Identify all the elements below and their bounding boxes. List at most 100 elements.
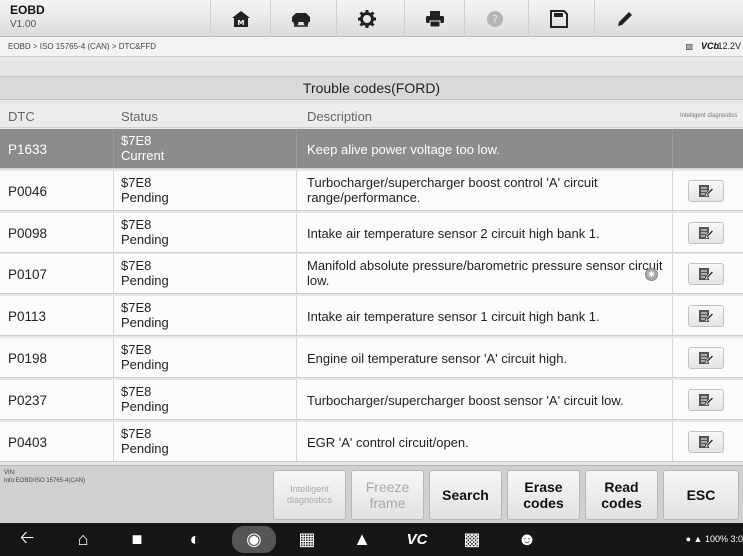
header-status: Status (121, 109, 158, 124)
save-icon[interactable] (528, 0, 588, 37)
table-row[interactable]: P0198 $7E8 Pending Engine oil temperature s… (0, 338, 743, 378)
settings-icon[interactable] (336, 0, 396, 37)
table-row[interactable]: P0107 $7E8 Pending Manifold absolute pressu… (0, 254, 743, 295)
intelligent-diagnostics-row-button[interactable] (688, 221, 724, 244)
dtc-status: $7E8 Pending (121, 384, 169, 414)
column-divider (113, 170, 114, 210)
car-icon[interactable]: ▩ (455, 526, 489, 553)
vehicle-info: VIN: Info:EOBD/ISO 15765-4(CAN) (4, 469, 85, 485)
vci-status: VCb (701, 41, 719, 51)
column-divider (672, 296, 673, 336)
dtc-status: $7E8 Pending (121, 175, 169, 205)
dtc-description: Turbocharger/supercharger boost control … (307, 174, 598, 205)
system-status: ● ▲ 100% 3:0 (686, 534, 743, 544)
column-divider (113, 421, 114, 461)
back-icon[interactable]: 🡠 (10, 526, 44, 553)
column-divider (672, 421, 673, 461)
table-row[interactable]: P1633 $7E8 Current Keep alive power voltage… (0, 129, 743, 169)
dtc-status: $7E8 Pending (121, 426, 169, 456)
status-module: $7E8 (121, 216, 152, 232)
erase-codes-button[interactable]: Erase codes (507, 470, 580, 520)
home-icon[interactable]: M (210, 0, 270, 37)
column-divider (113, 129, 114, 168)
status-module: $7E8 (121, 258, 152, 274)
report-edit-icon (699, 352, 714, 364)
column-divider (672, 379, 673, 419)
intelligent-diagnostics-row-button[interactable] (688, 179, 724, 202)
dtc-code: P0107 (8, 267, 48, 283)
dtc-description: Engine oil temperature sensor 'A' circui… (307, 351, 568, 366)
report-edit-icon (699, 393, 714, 406)
breadcrumb-bar: EOBD > ISO 15765-4 (CAN) > DTC&FFD VCb ▧… (0, 37, 743, 57)
intelligent-diagnostics-row-button[interactable] (688, 430, 724, 453)
column-divider (113, 379, 114, 419)
display-icon[interactable]: ▦ (290, 526, 324, 553)
table-row[interactable]: P0046 $7E8 Pending Turbocharger/supercharge… (0, 170, 743, 211)
dtc-status: $7E8 Pending (121, 342, 169, 372)
intelligent-diagnostics-row-button[interactable] (688, 305, 724, 328)
column-divider (296, 254, 297, 294)
report-edit-icon (699, 268, 714, 281)
screenshot-icon[interactable]: ◉ (232, 526, 276, 553)
home-nav-icon[interactable]: ⌂ (66, 526, 100, 553)
dtc-code: P0113 (8, 309, 47, 325)
status-state: Pending (121, 315, 169, 331)
panel-title: Trouble codes(FORD) (0, 76, 743, 100)
intelligent-diagnostics-row-button[interactable] (688, 263, 724, 286)
wifi-icon: ● ▲ (685, 534, 703, 544)
dtc-code: P0046 (8, 183, 48, 199)
column-divider (296, 129, 297, 168)
table-header: DTC Status Description Intelligent diagn… (0, 104, 743, 128)
esc-button[interactable]: ESC (663, 470, 739, 520)
dtc-code: P0198 (8, 351, 48, 366)
app-title: EOBD (10, 3, 45, 17)
status-state: Current (121, 148, 165, 163)
column-divider (296, 296, 297, 336)
action-bar: VIN: Info:EOBD/ISO 15765-4(CAN) Intellig… (0, 465, 743, 523)
vehicle-swap-icon[interactable] (270, 0, 330, 37)
header-intelligent: Intelligent diagnostics (680, 113, 738, 119)
dtc-description: Intake air temperature sensor 1 circuit … (307, 309, 600, 325)
print-icon[interactable] (404, 0, 464, 37)
table-row[interactable]: P0098 $7E8 Pending Intake air temperature s… (0, 212, 743, 253)
intelligent-diagnostics-row-button[interactable] (688, 388, 724, 411)
read-codes-button[interactable]: Read codes (585, 470, 658, 520)
search-button[interactable]: Search (429, 470, 502, 520)
table-row[interactable]: P0403 $7E8 Pending EGR 'A' control circuit/… (0, 421, 743, 462)
table-row[interactable]: P0113 $7E8 Pending Intake air temperature s… (0, 296, 743, 337)
edit-icon[interactable] (594, 0, 654, 37)
battery-level: 100% (704, 534, 728, 544)
maxi-home-icon[interactable]: ▲ (345, 526, 379, 553)
remote-expert-icon[interactable]: ☻ (510, 526, 544, 553)
column-divider (672, 212, 673, 252)
column-divider (672, 170, 673, 210)
chrome-icon[interactable]: ◐ (178, 526, 212, 553)
clock: 3:0 (730, 534, 743, 544)
column-divider (296, 170, 297, 210)
vci-icon[interactable]: VC (400, 526, 434, 553)
top-toolbar: EOBD V1.00 M ? (0, 0, 743, 37)
app-version: V1.00 (10, 19, 37, 30)
intelligent-diagnostics-row-button[interactable] (688, 347, 724, 369)
svg-text:?: ? (492, 13, 498, 26)
column-divider (296, 338, 297, 377)
dtc-status: $7E8 Pending (121, 258, 169, 288)
status-state: Pending (121, 231, 169, 247)
table-row[interactable]: P0237 $7E8 Pending Turbocharger/supercharge… (0, 379, 743, 420)
column-divider (672, 254, 673, 294)
column-divider (672, 129, 673, 168)
dtc-code: P0098 (8, 225, 48, 241)
recents-icon[interactable]: ■ (120, 526, 154, 553)
column-divider (296, 212, 297, 252)
dtc-description: EGR 'A' control circuit/open. (307, 434, 469, 450)
vin-label: VIN: (4, 470, 16, 476)
dtc-code: P1633 (8, 142, 48, 157)
column-divider (113, 338, 114, 377)
column-divider (296, 379, 297, 419)
dtc-status: $7E8 Pending (121, 300, 169, 330)
status-module: $7E8 (121, 425, 152, 441)
column-divider (113, 254, 114, 294)
report-edit-icon (699, 310, 714, 323)
breadcrumb: EOBD > ISO 15765-4 (CAN) > DTC&FFD (8, 42, 157, 51)
report-edit-icon (699, 226, 714, 239)
